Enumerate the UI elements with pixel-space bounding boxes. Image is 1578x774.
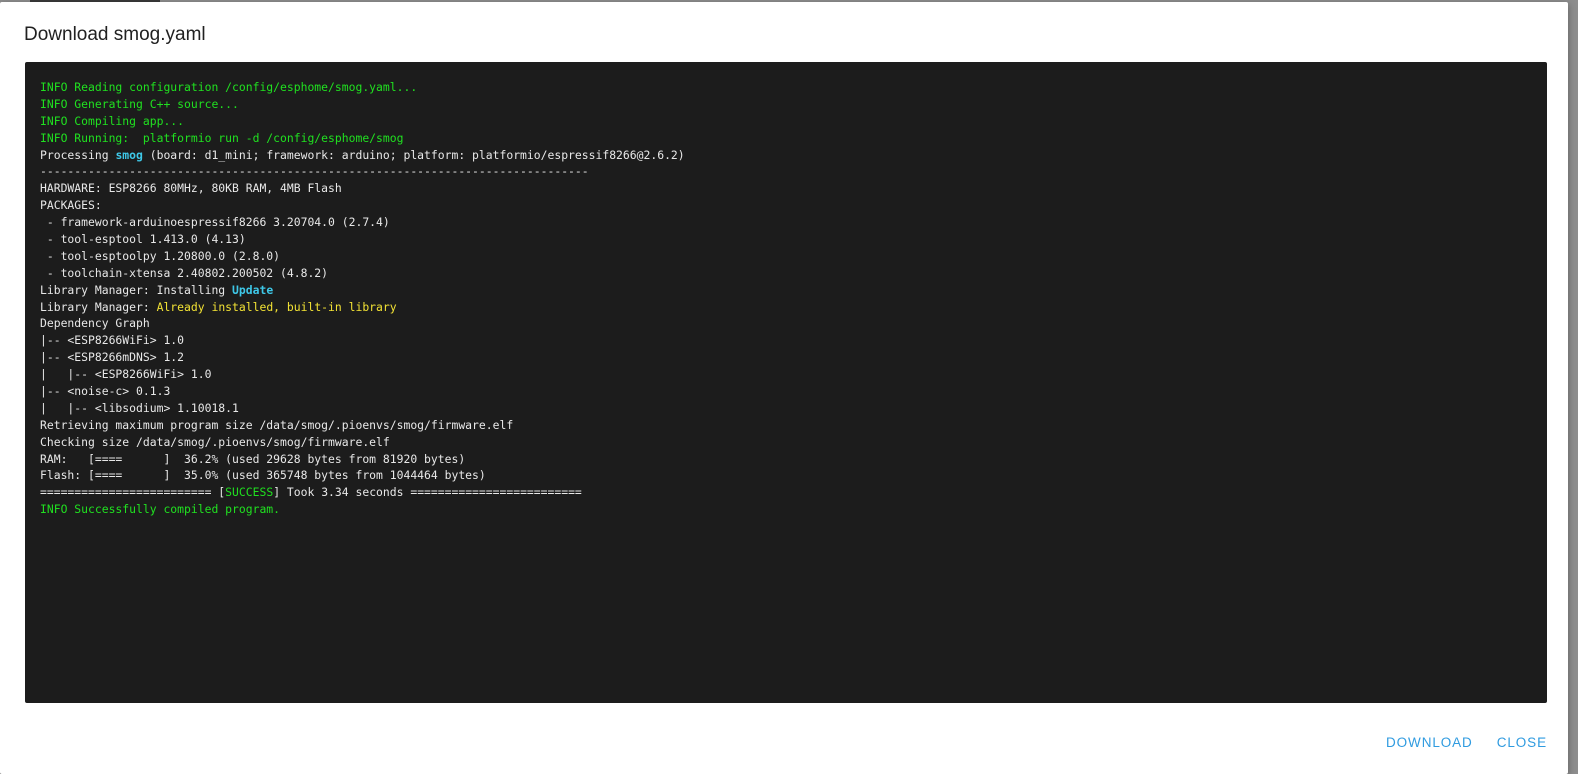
log-line: |-- <noise-c> 0.1.3 <box>40 383 1532 400</box>
log-segment: Dependency Graph <box>40 316 150 331</box>
log-segment: INFO Compiling app... <box>40 113 185 128</box>
log-segment: SUCCESS <box>225 485 274 500</box>
log-segment: Library Manager: Installing <box>40 282 233 297</box>
log-segment: (board: d1_mini; framework: arduino; pla… <box>142 147 685 162</box>
log-segment: Retrieving maximum program size /data/sm… <box>40 417 514 432</box>
log-segment: - tool-esptool 1.413.0 (4.13) <box>40 232 246 247</box>
log-segment: | |-- <ESP8266WiFi> 1.0 <box>40 367 212 382</box>
log-segment: INFO Successfully compiled program. <box>40 502 281 517</box>
log-line: Flash: [==== ] 35.0% (used 365748 bytes … <box>40 467 1532 484</box>
log-line: INFO Successfully compiled program. <box>40 501 1532 518</box>
log-segment: Already installed, built-in library <box>156 299 397 314</box>
log-line: Dependency Graph <box>40 315 1532 332</box>
close-button[interactable]: CLOSE <box>1489 729 1555 756</box>
log-segment: |-- <noise-c> 0.1.3 <box>40 384 171 399</box>
log-line: ----------------------------------------… <box>40 163 1532 180</box>
log-line: PACKAGES: <box>40 197 1532 214</box>
log-line: | |-- <libsodium> 1.10018.1 <box>40 400 1532 417</box>
log-line: INFO Reading configuration /config/espho… <box>40 79 1532 96</box>
log-segment: - framework-arduinoespressif8266 3.20704… <box>40 215 390 230</box>
log-segment: ----------------------------------------… <box>40 164 589 179</box>
log-line: Retrieving maximum program size /data/sm… <box>40 417 1532 434</box>
download-button[interactable]: DOWNLOAD <box>1378 729 1481 756</box>
log-line: |-- <ESP8266WiFi> 1.0 <box>40 332 1532 349</box>
dialog-title: Download smog.yaml <box>24 24 206 45</box>
log-segment: Update <box>232 282 274 297</box>
log-segment: Processing <box>40 147 116 162</box>
log-line: - tool-esptoolpy 1.20800.0 (2.8.0) <box>40 248 1532 265</box>
log-line: ========================= [SUCCESS] Took… <box>40 484 1532 501</box>
log-segment: | |-- <libsodium> 1.10018.1 <box>40 400 239 415</box>
log-line: Library Manager: Already installed, buil… <box>40 299 1532 316</box>
log-line: Processing smog (board: d1_mini; framewo… <box>40 147 1532 164</box>
log-segment: - tool-esptoolpy 1.20800.0 (2.8.0) <box>40 248 281 263</box>
log-line: Library Manager: Installing Update <box>40 282 1532 299</box>
log-line: INFO Generating C++ source... <box>40 96 1532 113</box>
log-line: INFO Compiling app... <box>40 113 1532 130</box>
log-line: INFO Running: platformio run -d /config/… <box>40 130 1532 147</box>
compile-log-output[interactable]: INFO Reading configuration /config/espho… <box>25 62 1547 703</box>
log-segment: |-- <ESP8266mDNS> 1.2 <box>40 350 185 365</box>
log-segment: Flash: [==== ] 35.0% (used 365748 bytes … <box>40 468 486 483</box>
log-segment: - toolchain-xtensa 2.40802.200502 (4.8.2… <box>40 265 329 280</box>
log-segment: Library Manager: <box>40 299 157 314</box>
log-line: - tool-esptool 1.413.0 (4.13) <box>40 231 1532 248</box>
download-dialog: Download smog.yaml INFO Reading configur… <box>0 2 1568 774</box>
log-line: |-- <ESP8266mDNS> 1.2 <box>40 349 1532 366</box>
log-segment: |-- <ESP8266WiFi> 1.0 <box>40 333 185 348</box>
log-line: | |-- <ESP8266WiFi> 1.0 <box>40 366 1532 383</box>
log-segment: RAM: [==== ] 36.2% (used 29628 bytes fro… <box>40 451 466 466</box>
log-segment: PACKAGES: <box>40 198 102 213</box>
dialog-actions: DOWNLOAD CLOSE <box>1378 729 1555 756</box>
log-segment: INFO Running: platformio run -d /config/… <box>40 130 404 145</box>
log-line: HARDWARE: ESP8266 80MHz, 80KB RAM, 4MB F… <box>40 180 1532 197</box>
log-line: - framework-arduinoespressif8266 3.20704… <box>40 214 1532 231</box>
log-segment: Checking size /data/smog/.pioenvs/smog/f… <box>40 434 390 449</box>
log-segment: ] Took 3.34 seconds ====================… <box>273 485 582 500</box>
log-segment: HARDWARE: ESP8266 80MHz, 80KB RAM, 4MB F… <box>40 181 342 196</box>
log-segment: ========================= [ <box>40 485 226 500</box>
log-line: - toolchain-xtensa 2.40802.200502 (4.8.2… <box>40 265 1532 282</box>
log-segment: INFO Generating C++ source... <box>40 96 239 111</box>
log-segment: smog <box>115 147 143 162</box>
log-line: Checking size /data/smog/.pioenvs/smog/f… <box>40 434 1532 451</box>
log-segment: INFO Reading configuration /config/espho… <box>40 80 418 94</box>
log-line: RAM: [==== ] 36.2% (used 29628 bytes fro… <box>40 451 1532 468</box>
